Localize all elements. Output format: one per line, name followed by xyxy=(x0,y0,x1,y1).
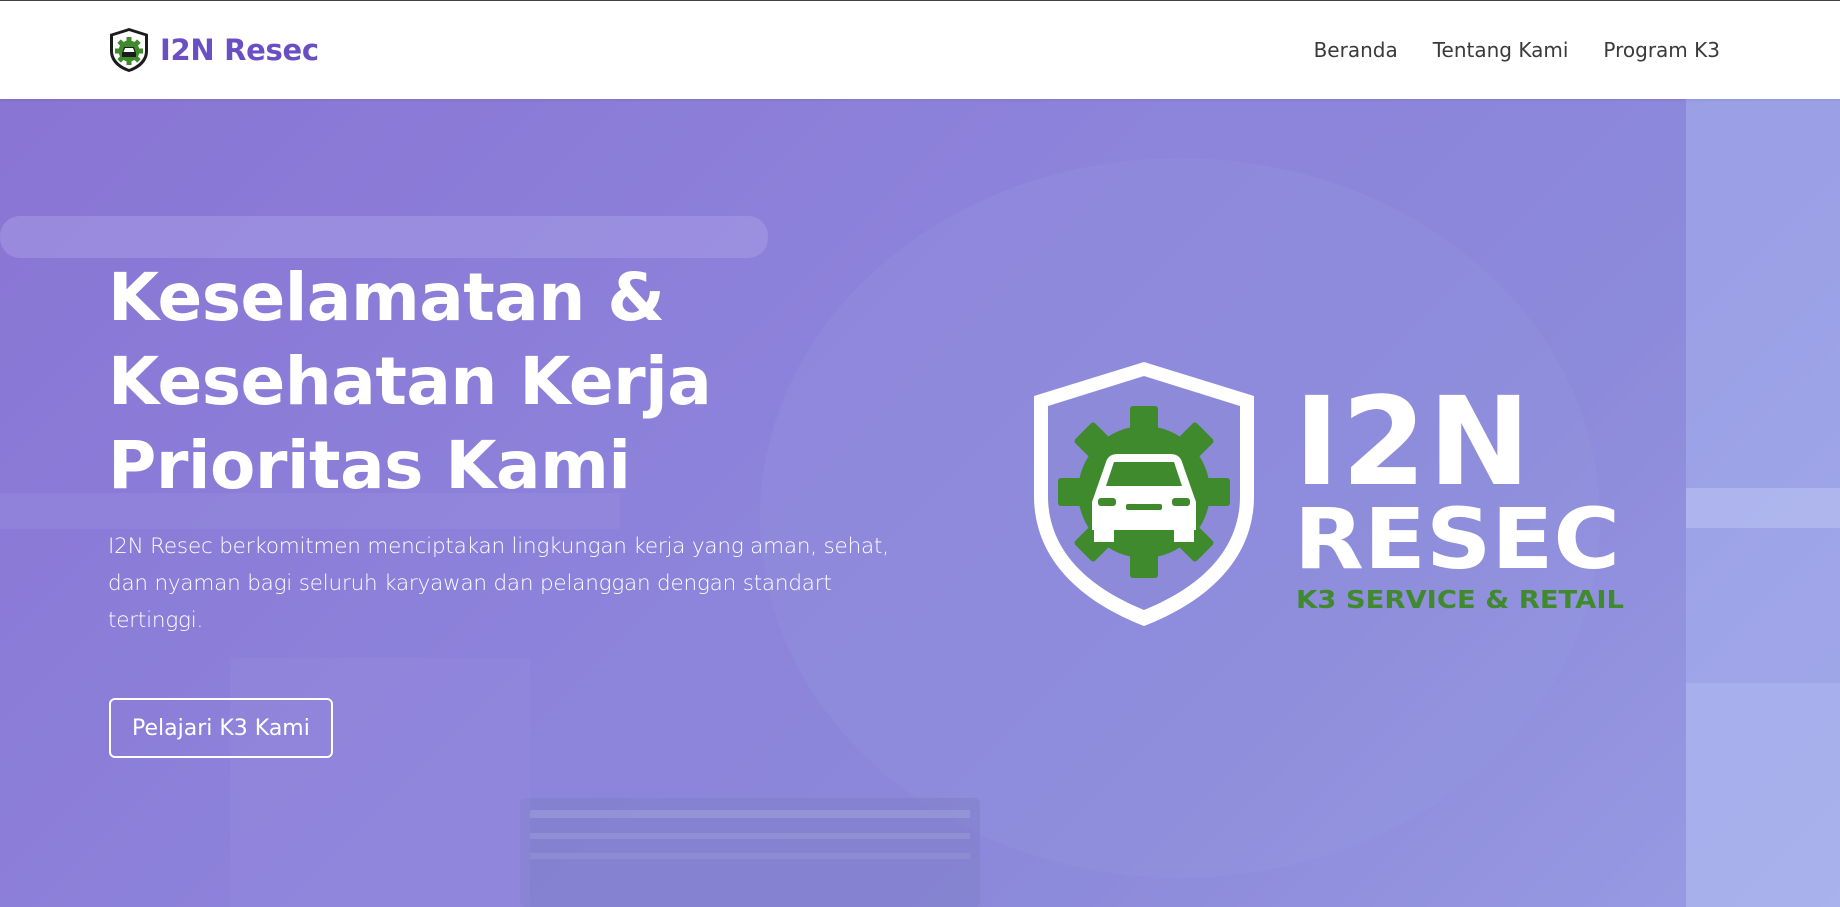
hero-title: Keselamatan & Kesehatan Kerja Prioritas … xyxy=(108,256,828,508)
nav-link-beranda[interactable]: Beranda xyxy=(1314,38,1398,62)
nav-menu: Beranda Tentang Kami Program K3 xyxy=(1279,1,1720,99)
logo-text-resec: RESEC xyxy=(1294,490,1620,588)
brand-name: I2N Resec xyxy=(160,33,319,67)
navbar: I2N Resec Beranda Tentang Kami Program K… xyxy=(0,0,1840,99)
hero-title-line-3: Prioritas Kami xyxy=(108,427,631,504)
i2n-resec-logo: I2N RESEC K3 SERVICE & RETAIL xyxy=(1034,362,1624,626)
page: I2N Resec Beranda Tentang Kami Program K… xyxy=(0,0,1840,907)
shield-gear-car-logo-icon xyxy=(110,28,148,72)
hero-description: I2N Resec berkomitmen menciptakan lingku… xyxy=(108,534,889,633)
nav-link-tentang-kami[interactable]: Tentang Kami xyxy=(1433,38,1569,62)
hero-title-line-2: Kesehatan Kerja xyxy=(108,343,712,420)
nav-link-program-k3[interactable]: Program K3 xyxy=(1603,38,1720,62)
hero-title-line-1: Keselamatan & xyxy=(108,259,665,336)
shield-gear-car-logo-icon xyxy=(1034,362,1254,626)
hero-section: Keselamatan & Kesehatan Kerja Prioritas … xyxy=(0,98,1840,907)
brand-link[interactable]: I2N Resec xyxy=(108,27,319,73)
learn-k3-button[interactable]: Pelajari K3 Kami xyxy=(109,698,333,758)
logo-tagline: K3 SERVICE & RETAIL xyxy=(1296,585,1624,614)
